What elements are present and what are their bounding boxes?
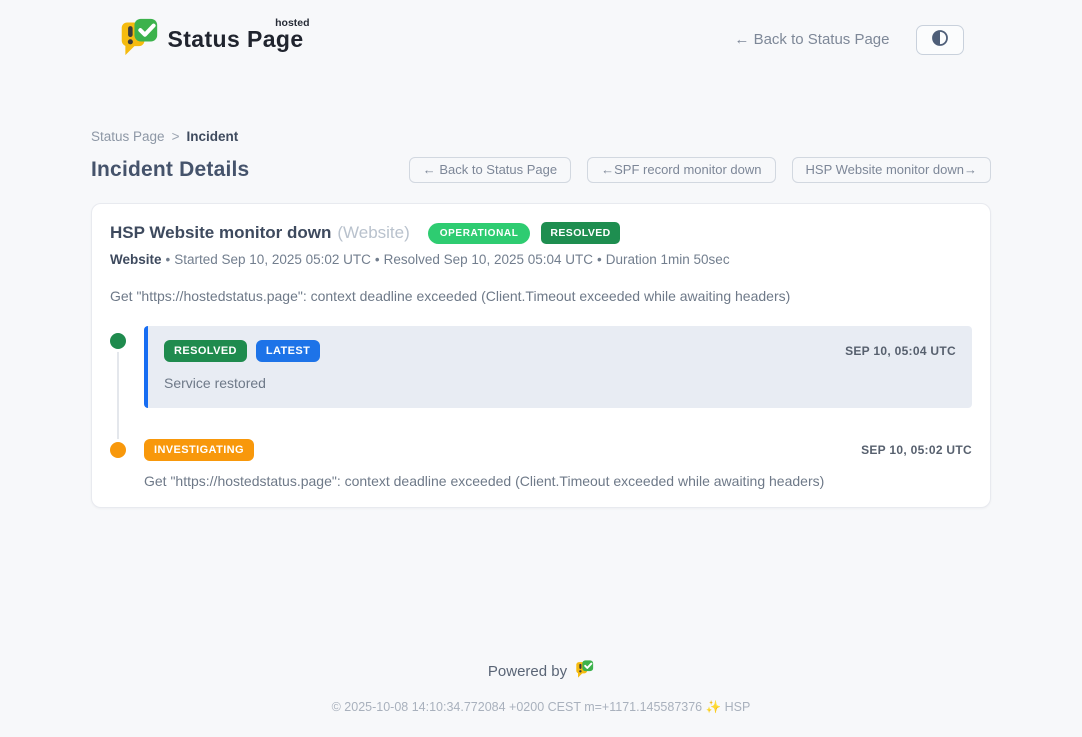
half-circle-contrast-icon: [930, 28, 950, 51]
timeline-entry-badges: INVESTIGATING: [144, 439, 254, 461]
timeline-dot-investigating: [110, 442, 126, 458]
breadcrumb-separator: >: [172, 129, 180, 144]
statuspage-logo-icon-small: [575, 659, 594, 683]
timeline-message: Service restored: [164, 375, 956, 391]
logo-text: Status Page: [168, 26, 304, 52]
meta-started: Started Sep 10, 2025 05:02 UTC: [174, 252, 371, 267]
incident-timeline: RESOLVED LATEST SEP 10, 05:04 UTC Servic…: [110, 326, 972, 489]
meta-separator: •: [597, 252, 602, 267]
meta-duration: Duration 1min 50sec: [606, 252, 730, 267]
back-to-status-page-link[interactable]: ← Back to Status Page: [734, 31, 889, 48]
timeline-message: Get "https://hostedstatus.page": context…: [144, 473, 972, 489]
page-title: Incident Details: [91, 158, 249, 182]
incident-title: HSP Website monitor down: [110, 223, 331, 243]
timeline-entry-content: INVESTIGATING SEP 10, 05:02 UTC Get "htt…: [144, 439, 972, 489]
back-to-status-page-button[interactable]: ← Back to Status Page: [409, 157, 571, 183]
timeline-entry-header: INVESTIGATING SEP 10, 05:02 UTC: [144, 439, 972, 461]
statuspage-logo[interactable]: Status Page hosted: [119, 16, 304, 63]
timeline-entry-resolved: RESOLVED LATEST SEP 10, 05:04 UTC Servic…: [110, 326, 972, 408]
meta-separator: •: [375, 252, 380, 267]
resolved-badge: RESOLVED: [541, 222, 619, 244]
latest-badge: LATEST: [256, 340, 320, 362]
resolved-status-badge: RESOLVED: [164, 340, 247, 362]
powered-by-label: Powered by: [488, 663, 567, 680]
logo-hosted-superscript: hosted: [275, 17, 309, 29]
timeline-timestamp: SEP 10, 05:02 UTC: [861, 443, 972, 457]
powered-by-link[interactable]: Powered by: [488, 659, 594, 683]
next-incident-button[interactable]: HSP Website monitor down→: [792, 157, 991, 183]
operational-badge: OPERATIONAL: [428, 223, 531, 244]
investigating-status-badge: INVESTIGATING: [144, 439, 254, 461]
title-row: Incident Details ← Back to Status Page ←…: [91, 157, 991, 183]
breadcrumb-incident: Incident: [186, 129, 238, 144]
timeline-dot-resolved: [110, 333, 126, 349]
header-actions: ← Back to Status Page: [734, 25, 963, 55]
meta-separator: •: [166, 252, 171, 267]
meta-resolved: Resolved Sep 10, 2025 05:04 UTC: [384, 252, 593, 267]
incident-card: HSP Website monitor down (Website) OPERA…: [91, 203, 991, 508]
timeline-timestamp: SEP 10, 05:04 UTC: [845, 344, 956, 358]
theme-toggle-button[interactable]: [916, 25, 964, 55]
timeline-entry-header: RESOLVED LATEST SEP 10, 05:04 UTC: [164, 340, 956, 362]
prev-incident-button[interactable]: ←SPF record monitor down: [587, 157, 775, 183]
footer: Powered by © 2025-10-08 14:10:34.772084 …: [0, 659, 1082, 737]
incident-nav-buttons: ← Back to Status Page ←SPF record monito…: [409, 157, 991, 183]
statuspage-logo-icon: [119, 16, 159, 63]
timeline-entry-investigating: INVESTIGATING SEP 10, 05:02 UTC Get "htt…: [110, 439, 972, 489]
incident-component-label: (Website): [337, 223, 409, 243]
incident-title-row: HSP Website monitor down (Website) OPERA…: [110, 222, 972, 244]
incident-meta: Website•Started Sep 10, 2025 05:02 UTC•R…: [110, 252, 972, 267]
breadcrumb-status-page[interactable]: Status Page: [91, 129, 165, 144]
meta-component: Website: [110, 252, 162, 267]
header: Status Page hosted ← Back to Status Page: [119, 16, 964, 63]
incident-description: Get "https://hostedstatus.page": context…: [110, 288, 972, 304]
main-content: Status Page > Incident Incident Details ← …: [91, 63, 991, 508]
copyright-text: © 2025-10-08 14:10:34.772084 +0200 CEST …: [0, 700, 1082, 715]
breadcrumb: Status Page > Incident: [91, 129, 991, 144]
timeline-entry-box: RESOLVED LATEST SEP 10, 05:04 UTC Servic…: [144, 326, 972, 408]
timeline-entry-badges: RESOLVED LATEST: [164, 340, 320, 362]
